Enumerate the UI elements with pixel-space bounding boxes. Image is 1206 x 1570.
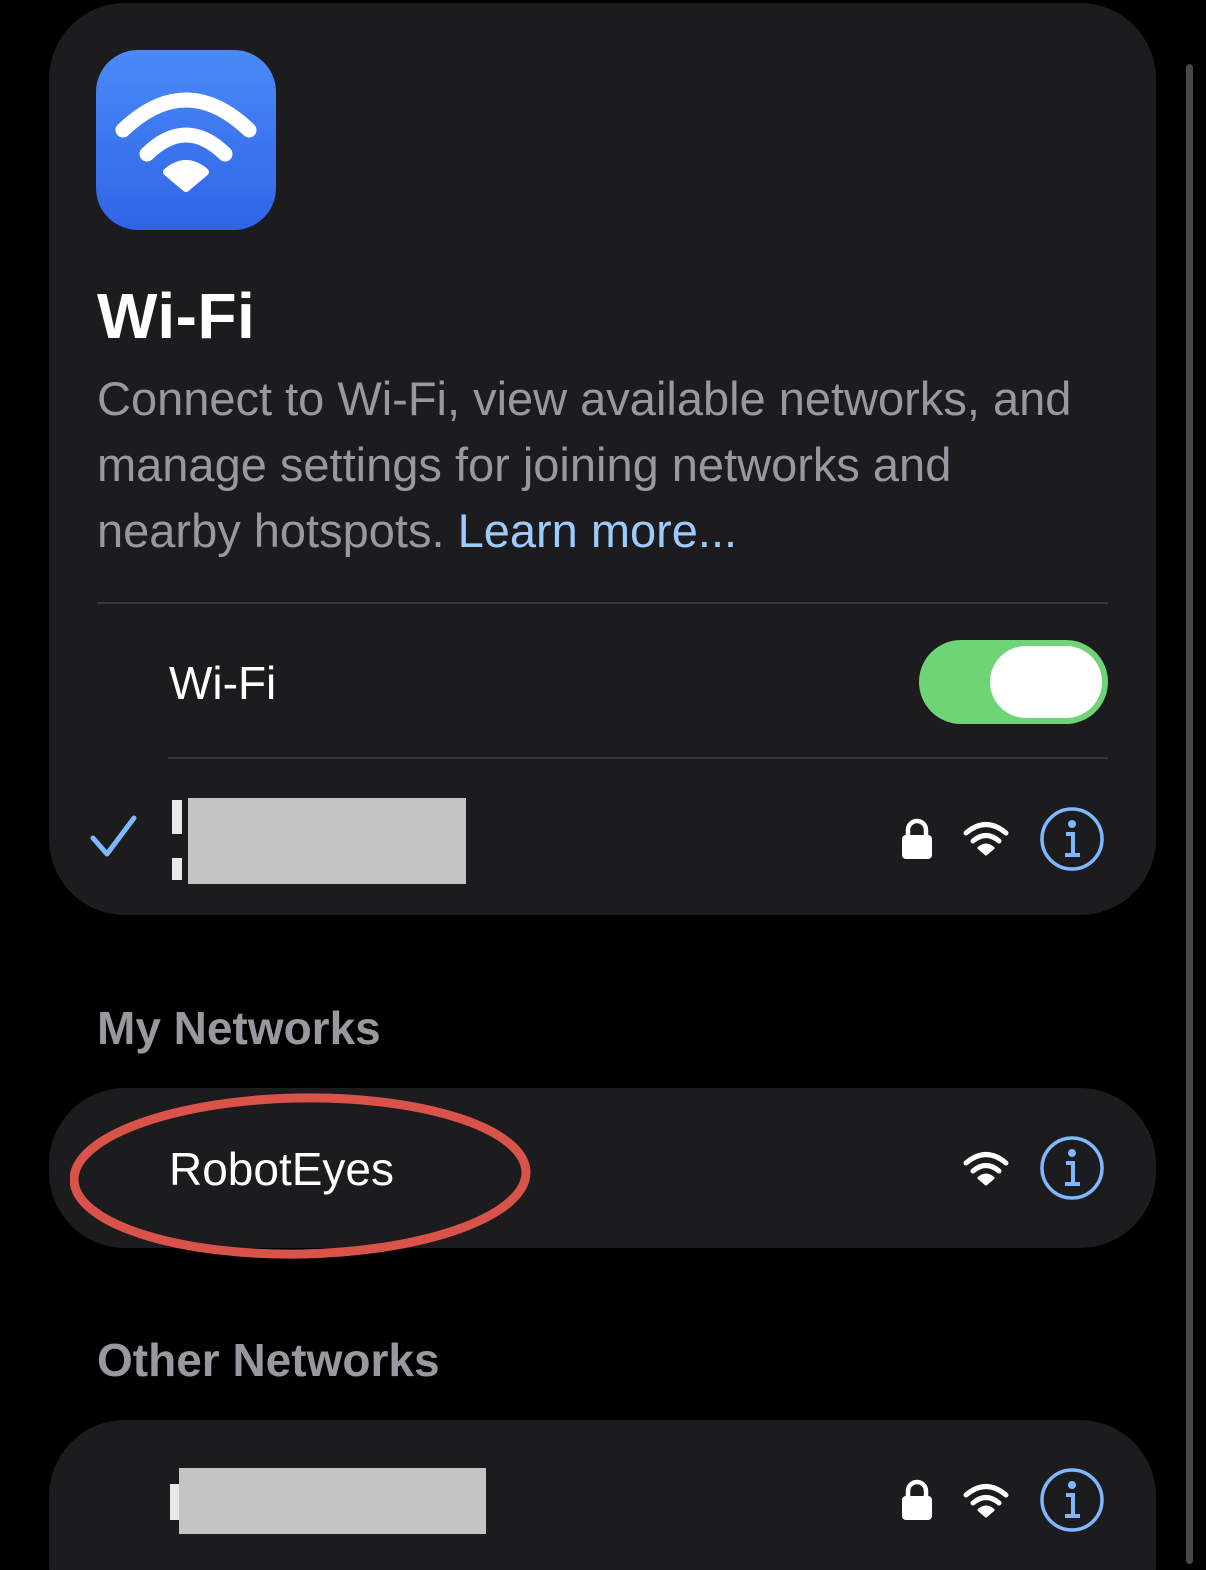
lock-icon bbox=[902, 1479, 932, 1520]
wifi-glyph-icon bbox=[115, 92, 257, 192]
wifi-signal-icon bbox=[963, 1484, 1009, 1518]
scrollbar[interactable] bbox=[1186, 64, 1193, 1564]
wifi-toggle-label: Wi-Fi bbox=[169, 657, 277, 709]
my-networks-header: My Networks bbox=[97, 1002, 381, 1054]
info-icon[interactable] bbox=[1038, 805, 1106, 873]
wifi-toggle-switch[interactable] bbox=[919, 640, 1108, 724]
page-description: Connect to Wi-Fi, view available network… bbox=[97, 366, 1097, 564]
info-icon[interactable] bbox=[1038, 1134, 1106, 1202]
other-networks-header: Other Networks bbox=[97, 1334, 440, 1386]
network-status-fragment bbox=[172, 858, 182, 880]
page-title: Wi-Fi bbox=[97, 280, 256, 352]
redacted-current-network-name bbox=[188, 798, 466, 884]
learn-more-link[interactable]: Learn more... bbox=[458, 504, 738, 557]
checkmark-icon bbox=[90, 815, 137, 857]
redacted-other-network-name[interactable] bbox=[179, 1468, 486, 1534]
wifi-signal-icon bbox=[963, 1152, 1009, 1186]
divider bbox=[168, 757, 1108, 759]
wifi-settings-page: Wi-Fi Connect to Wi-Fi, view available n… bbox=[0, 0, 1206, 1570]
network-name-roboteyes[interactable]: RobotEyes bbox=[169, 1141, 394, 1197]
toggle-knob bbox=[990, 646, 1102, 718]
wifi-signal-icon bbox=[963, 822, 1009, 856]
divider bbox=[97, 602, 1108, 604]
lock-icon bbox=[902, 818, 932, 859]
info-icon[interactable] bbox=[1038, 1466, 1106, 1534]
network-name-fragment bbox=[172, 800, 182, 834]
wifi-app-icon bbox=[96, 50, 276, 230]
